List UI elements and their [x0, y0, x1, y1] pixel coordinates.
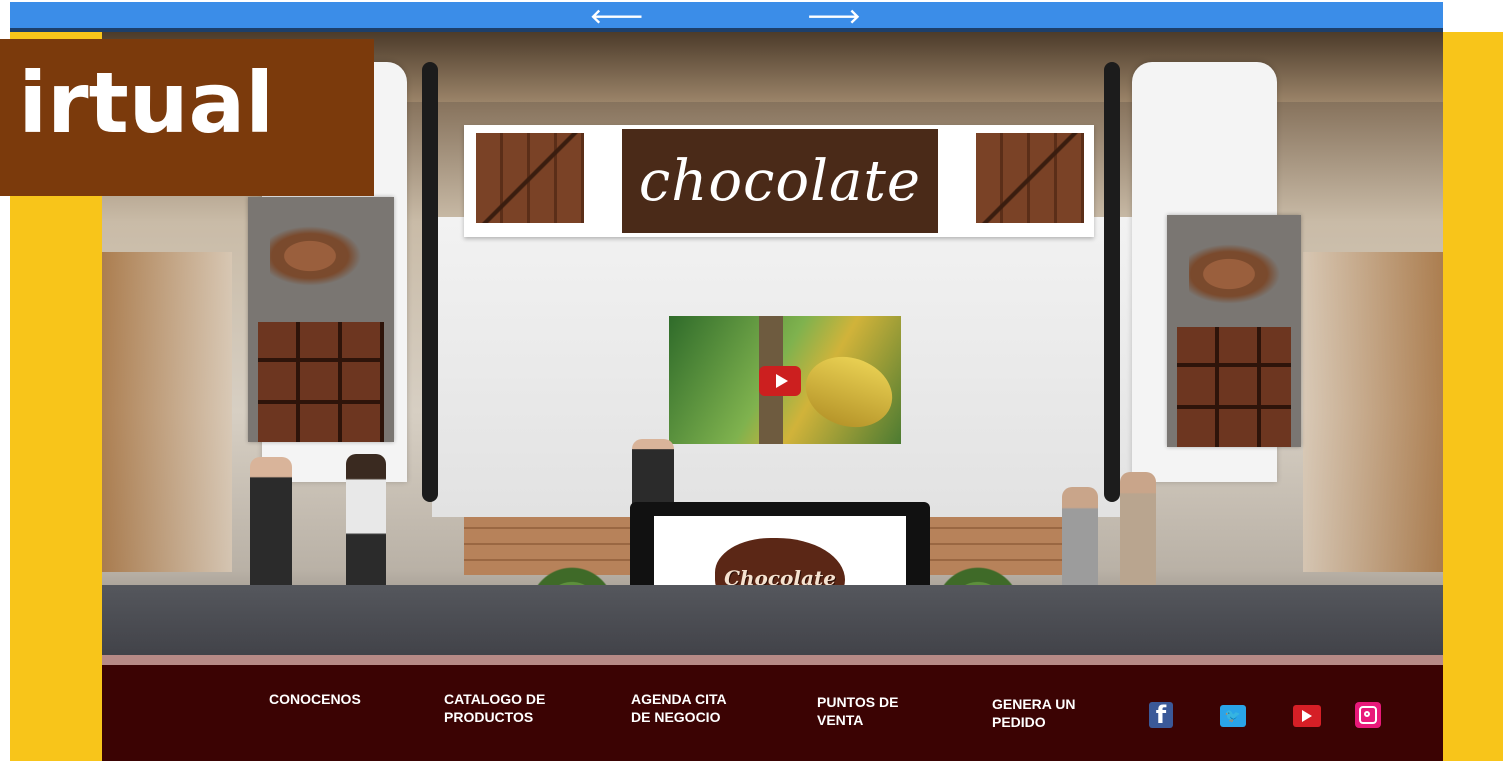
top-navigation-bar: 🡐 🡒 — [10, 2, 1443, 32]
booth-host-figure — [632, 439, 674, 509]
youtube-play-icon[interactable] — [759, 366, 801, 396]
chocolate-logo-banner: chocolate — [622, 129, 938, 233]
arrow-left-icon[interactable]: 🡐 — [590, 4, 644, 28]
menu-item-catalogo[interactable]: CATALOGO DE PRODUCTOS — [444, 690, 545, 726]
chocolate-shavings-image — [1189, 239, 1289, 309]
facebook-icon[interactable]: f — [1149, 701, 1173, 729]
floor-edge — [102, 655, 1443, 665]
booth-footer-menu: CONOCENOS CATALOGO DE PRODUCTOS AGENDA C… — [102, 665, 1443, 761]
truss-right — [1104, 62, 1120, 502]
chocolate-shavings-image — [270, 221, 370, 291]
booth-floor — [102, 585, 1443, 665]
arrow-right-icon[interactable]: 🡒 — [807, 4, 861, 28]
booth-header-banner: chocolate — [464, 125, 1094, 237]
chocolate-bar-image — [258, 322, 384, 442]
truss-left — [422, 62, 438, 502]
chocolate-bar-image — [1177, 327, 1291, 447]
chocolate-poster-right — [1167, 215, 1301, 447]
booth-video[interactable] — [669, 316, 902, 444]
menu-item-genera-pedido[interactable]: GENERA UN PEDIDO — [992, 695, 1076, 731]
right-side-panel — [1443, 32, 1503, 761]
cacao-pod — [796, 346, 902, 438]
overlay-title: irtual — [18, 54, 274, 152]
youtube-icon[interactable] — [1293, 705, 1321, 727]
twitter-icon[interactable]: 🐦 — [1220, 705, 1246, 727]
visitor-figure — [250, 457, 292, 597]
banner-logo-text: chocolate — [638, 148, 922, 214]
instagram-icon[interactable] — [1355, 702, 1381, 728]
hall-background-right — [1303, 252, 1443, 572]
menu-item-agenda[interactable]: AGENDA CITA DE NEGOCIO — [631, 690, 727, 726]
title-overlay: irtual — [0, 39, 374, 196]
chocolate-image-right — [976, 133, 1084, 223]
chocolate-poster-left — [248, 197, 394, 442]
menu-item-conocenos[interactable]: CONOCENOS — [269, 690, 361, 708]
hall-background-left — [102, 252, 232, 572]
chocolate-image-left — [476, 133, 584, 223]
menu-item-puntos-de-venta[interactable]: PUNTOS DE VENTA — [817, 693, 898, 729]
